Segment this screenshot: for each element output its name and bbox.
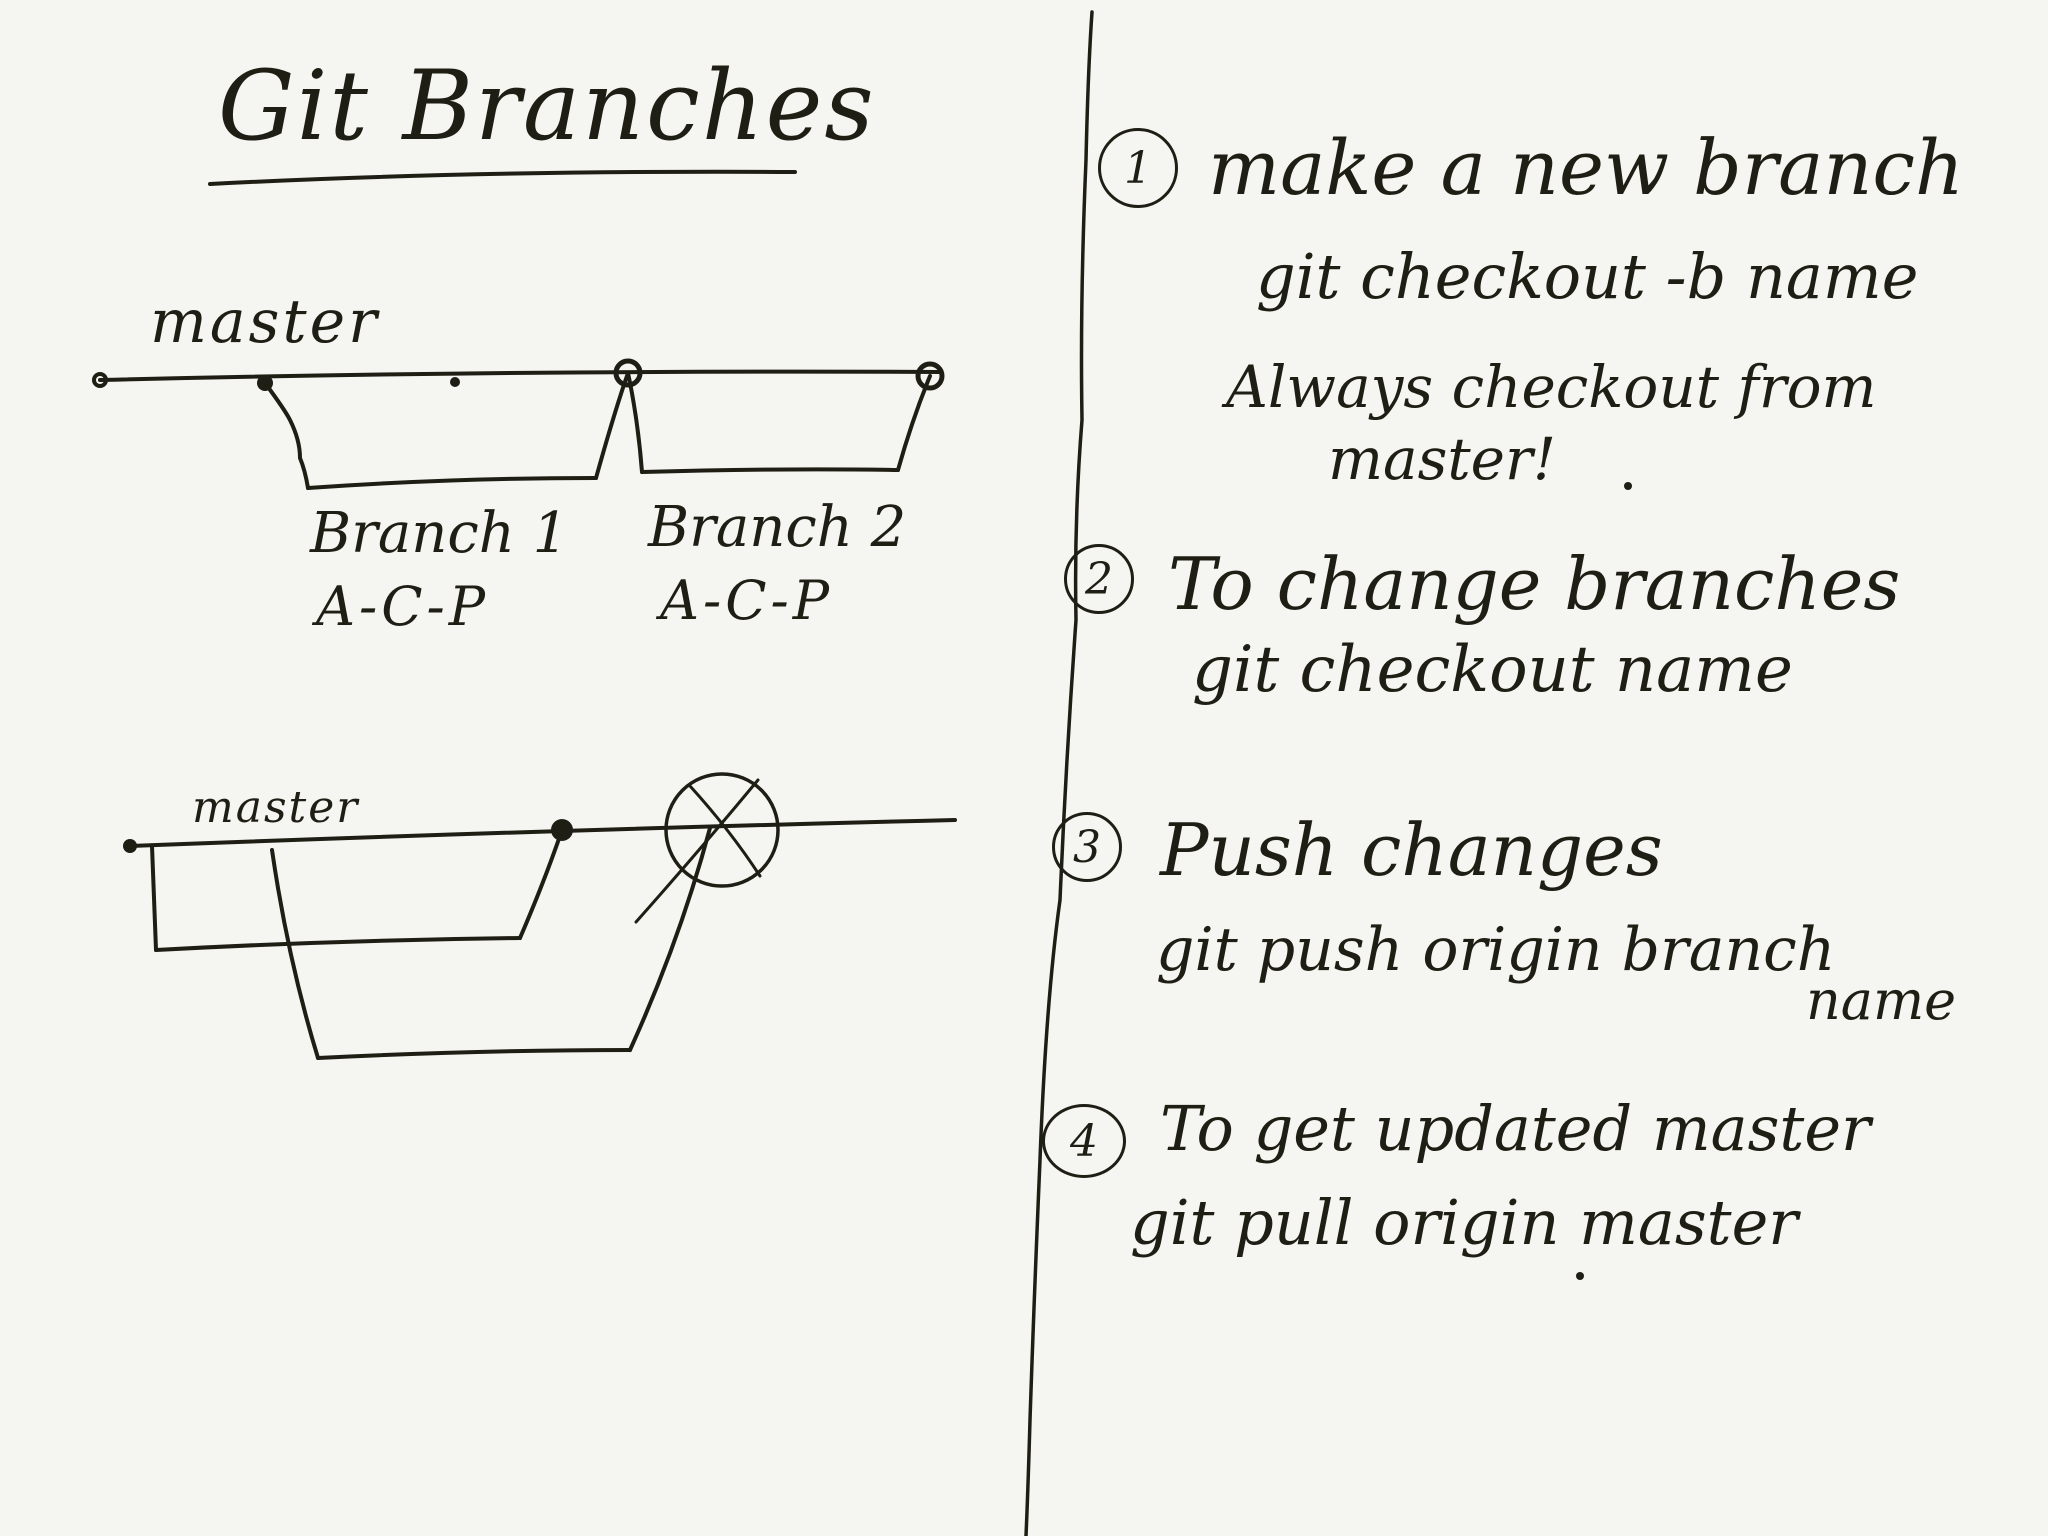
exclamation-dot — [1624, 482, 1632, 490]
master-line-top — [98, 369, 942, 382]
branch1-line — [306, 476, 598, 490]
master-label-bottom: master — [192, 782, 360, 833]
step1-heading: make a new branch — [1208, 123, 1964, 212]
conflict-x — [634, 778, 760, 924]
branchA-merge — [518, 828, 564, 940]
branch1-steps: A-C-P — [316, 575, 490, 638]
step-number-4: 4 — [1042, 1104, 1126, 1178]
branchA-out — [150, 844, 158, 952]
ink-dot — [1576, 1272, 1584, 1280]
branch2-merge — [896, 374, 932, 472]
page-divider — [1024, 10, 1094, 1536]
master-label-top: master — [150, 287, 380, 357]
branchB-line — [316, 1048, 632, 1060]
step3-command-cont: name — [1806, 969, 1957, 1032]
step-number-1: 1 — [1098, 128, 1178, 208]
sketch-canvas — [92, 10, 1632, 1536]
step3-command: git push origin branch — [1156, 915, 1836, 985]
branch1-label: Branch 1 — [310, 501, 569, 566]
commit-dot — [450, 377, 460, 387]
branch2-out — [626, 371, 644, 474]
branch2-line — [640, 467, 900, 474]
branchB-merge — [628, 826, 712, 1052]
branch1-out — [263, 381, 310, 490]
title-underline — [208, 169, 797, 186]
step4-command: git pull origin master — [1130, 1186, 1798, 1259]
step4-heading: To get updated master — [1160, 1092, 1871, 1165]
step3-heading: Push changes — [1160, 808, 1663, 892]
branch2-steps: A-C-P — [660, 569, 834, 632]
step1-command: git checkout -b name — [1256, 240, 1919, 313]
branch1-merge — [594, 371, 630, 480]
top-branch-diagram — [92, 358, 945, 490]
branch2-label: Branch 2 — [648, 495, 907, 560]
branchB-out — [270, 848, 320, 1060]
commit-dot — [123, 839, 137, 853]
step-number-3: 3 — [1052, 812, 1122, 882]
step2-command: git checkout name — [1192, 633, 1793, 707]
branchA-line — [154, 936, 522, 952]
step-number-2: 2 — [1064, 544, 1134, 614]
step2-heading: To change branches — [1168, 542, 1901, 626]
step1-note-line1: Always checkout from — [1226, 353, 1877, 421]
step1-note-line2: master! — [1328, 425, 1557, 493]
page-title: Git Branches — [218, 50, 876, 162]
